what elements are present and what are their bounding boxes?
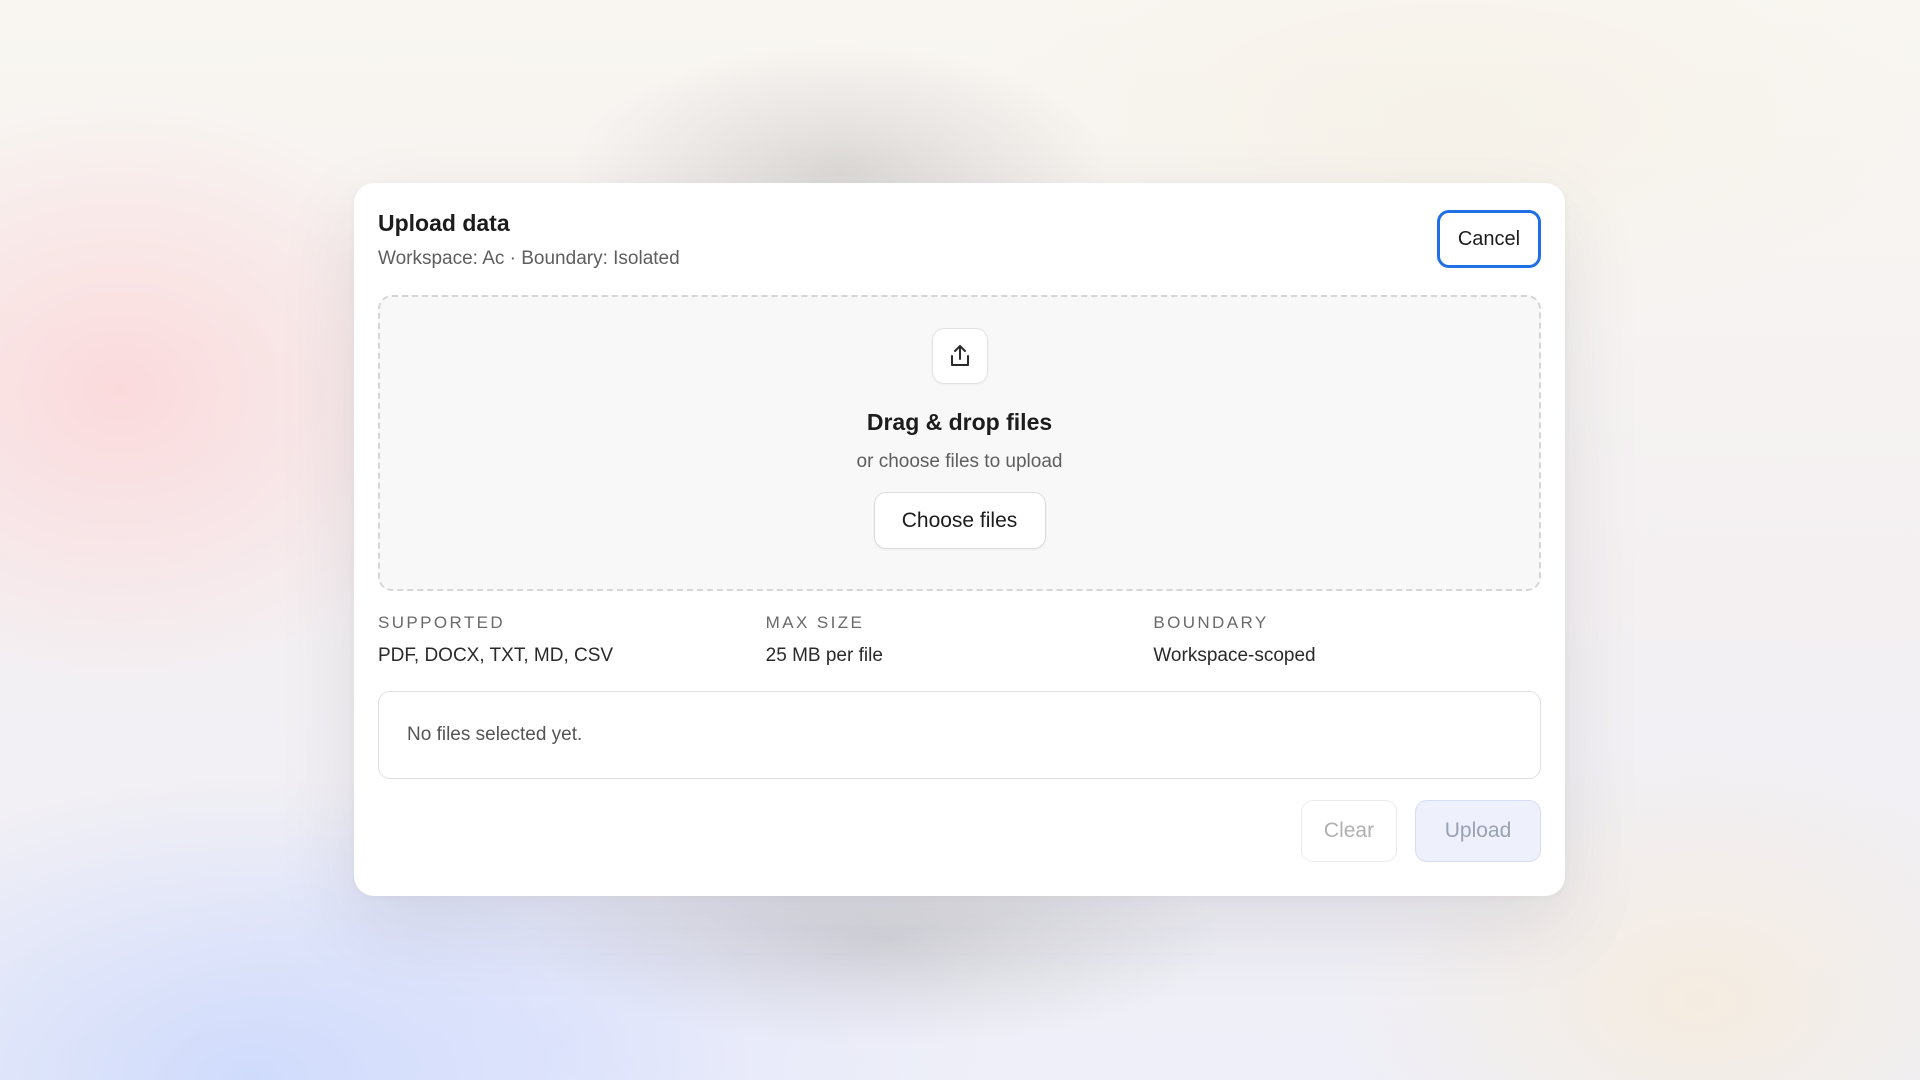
upload-icon: [931, 328, 988, 384]
clear-button[interactable]: Clear: [1301, 800, 1397, 862]
dropzone-subtitle: or choose files to upload: [856, 451, 1063, 472]
cancel-button[interactable]: Cancel: [1437, 210, 1541, 268]
info-value: 25 MB per file: [765, 645, 883, 666]
upload-button[interactable]: Upload: [1415, 800, 1541, 862]
dialog-footer: Clear Upload: [378, 800, 1541, 862]
info-label: MAX SIZE: [765, 613, 865, 632]
info-value: PDF, DOCX, TXT, MD, CSV: [378, 645, 614, 666]
info-label: BOUNDARY: [1153, 613, 1269, 632]
info-max-size: MAX SIZE 25 MB per file: [766, 613, 1154, 671]
info-label: SUPPORTED: [378, 613, 506, 632]
dropzone-title: Drag & drop files: [866, 409, 1053, 435]
choose-files-button[interactable]: Choose files: [873, 492, 1046, 549]
info-value: Workspace-scoped: [1153, 645, 1316, 666]
empty-state-text: No files selected yet.: [407, 724, 583, 745]
dialog-header: Upload data Workspace: Ac · Boundary: Is…: [378, 207, 1541, 271]
dialog-title: Upload data: [378, 210, 510, 236]
upload-dialog: Upload data Workspace: Ac · Boundary: Is…: [354, 183, 1565, 896]
upload-info: SUPPORTED PDF, DOCX, TXT, MD, CSV MAX SI…: [378, 613, 1541, 671]
selected-files-list: No files selected yet.: [378, 691, 1541, 779]
info-supported: SUPPORTED PDF, DOCX, TXT, MD, CSV: [378, 613, 766, 671]
info-boundary: BOUNDARY Workspace-scoped: [1153, 613, 1541, 671]
dialog-subtitle: Workspace: Ac · Boundary: Isolated: [378, 248, 680, 269]
file-dropzone[interactable]: Drag & drop files or choose files to upl…: [378, 295, 1541, 591]
